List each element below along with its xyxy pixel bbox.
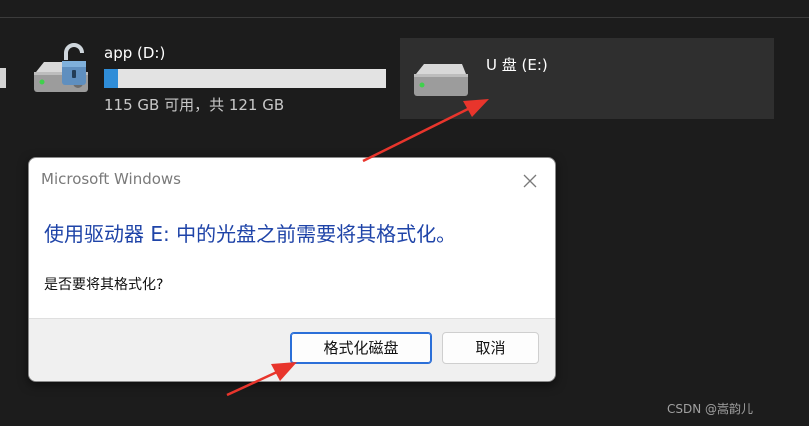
close-icon (523, 174, 537, 188)
dialog-footer: 格式化磁盘 取消 (29, 318, 555, 381)
watermark: CSDN @嵩韵儿 (667, 402, 754, 416)
dialog-heading: 使用驱动器 E: 中的光盘之前需要将其格式化。 (44, 222, 457, 246)
usb-drive-icon (414, 64, 468, 96)
capacity-text: 115 GB 可用，共 121 GB (104, 96, 285, 114)
dialog-title: Microsoft Windows (41, 170, 181, 188)
unlock-icon (62, 43, 86, 85)
capacity-bar (104, 69, 386, 88)
dialog-message: 是否要将其格式化? (44, 277, 164, 293)
drive-tile-e[interactable]: U 盘 (E:) (400, 38, 774, 119)
drive-tile-d[interactable]: app (D:) 115 GB 可用，共 121 GB (24, 38, 394, 118)
drive-name-label: U 盘 (E:) (486, 56, 548, 74)
capacity-bar-fill (104, 69, 119, 88)
cancel-button[interactable]: 取消 (442, 332, 539, 364)
truncated-drive-bar (0, 68, 6, 88)
format-dialog: Microsoft Windows 使用驱动器 E: 中的光盘之前需要将其格式化… (28, 157, 556, 382)
format-disk-button[interactable]: 格式化磁盘 (290, 332, 432, 364)
top-divider (0, 17, 809, 18)
drive-name-label: app (D:) (104, 44, 166, 62)
close-button[interactable] (515, 166, 545, 196)
